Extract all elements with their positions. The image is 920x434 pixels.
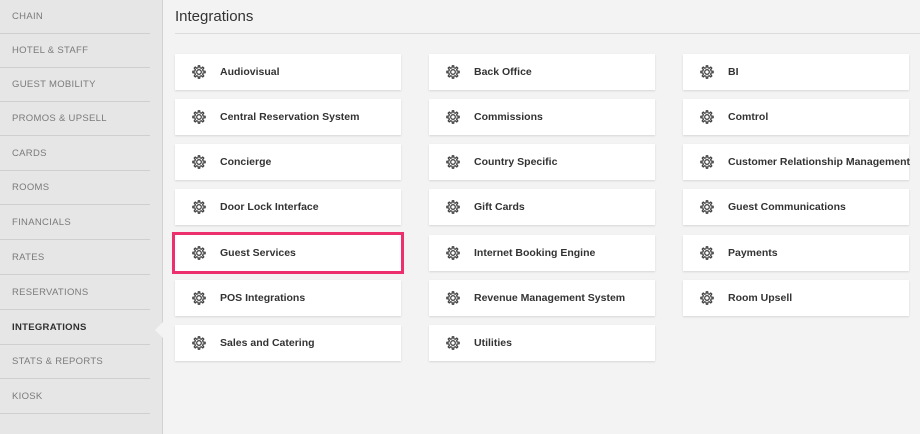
gear-icon <box>192 110 206 124</box>
gear-icon <box>700 200 714 214</box>
sidebar-item-chain[interactable]: CHAIN <box>0 0 150 34</box>
integration-label: Guest Services <box>220 247 296 259</box>
integration-card-guest-communications[interactable]: Guest Communications <box>683 189 909 225</box>
sidebar-item-kiosk[interactable]: KIOSK <box>0 380 150 414</box>
integration-card-customer-relationship-management[interactable]: Customer Relationship Management <box>683 144 911 180</box>
integration-card-gift-cards[interactable]: Gift Cards <box>429 189 655 225</box>
integration-label: Central Reservation System <box>220 111 360 123</box>
integration-label: Concierge <box>220 156 272 168</box>
gear-icon <box>446 246 460 260</box>
sidebar-item-promos-upsell[interactable]: PROMOS & UPSELL <box>0 102 150 136</box>
integration-card-revenue-management-system[interactable]: Revenue Management System <box>429 280 655 316</box>
gear-icon <box>700 110 714 124</box>
gear-icon <box>446 336 460 350</box>
gear-icon <box>446 65 460 79</box>
integration-label: Room Upsell <box>728 292 793 304</box>
active-indicator <box>155 322 163 338</box>
sidebar-item-stats-reports[interactable]: STATS & REPORTS <box>0 345 150 379</box>
integration-label: POS Integrations <box>220 292 306 304</box>
gear-icon <box>446 200 460 214</box>
gear-icon <box>192 336 206 350</box>
integration-label: Internet Booking Engine <box>474 247 596 259</box>
integration-label: Audiovisual <box>220 66 280 78</box>
page-title: Integrations <box>175 8 254 25</box>
integration-label: Commissions <box>474 111 543 123</box>
sidebar-item-integrations[interactable]: INTEGRATIONS <box>0 311 150 345</box>
sidebar-item-reservations[interactable]: RESERVATIONS <box>0 276 150 310</box>
integration-card-payments[interactable]: Payments <box>683 235 909 271</box>
sidebar-item-hotel-staff[interactable]: HOTEL & STAFF <box>0 34 150 68</box>
gear-icon <box>446 291 460 305</box>
gear-icon <box>700 65 714 79</box>
integration-card-audiovisual[interactable]: Audiovisual <box>175 54 401 90</box>
title-divider <box>175 33 920 34</box>
integration-label: Gift Cards <box>474 201 525 213</box>
gear-icon <box>192 65 206 79</box>
integration-card-central-reservation-system[interactable]: Central Reservation System <box>175 99 401 135</box>
integration-label: Door Lock Interface <box>220 201 319 213</box>
integration-label: Back Office <box>474 66 532 78</box>
gear-icon <box>700 246 714 260</box>
integration-label: Payments <box>728 247 778 259</box>
integration-label: Country Specific <box>474 156 558 168</box>
gear-icon <box>192 155 206 169</box>
integration-label: Comtrol <box>728 111 769 123</box>
integration-label: Revenue Management System <box>474 292 626 304</box>
integration-label: BI <box>728 66 739 78</box>
integration-card-country-specific[interactable]: Country Specific <box>429 144 655 180</box>
gear-icon <box>192 246 206 260</box>
integration-card-guest-services[interactable]: Guest Services <box>172 232 404 274</box>
integration-label: Utilities <box>474 337 512 349</box>
gear-icon <box>446 110 460 124</box>
integration-label: Customer Relationship Management <box>728 156 911 168</box>
gear-icon <box>446 155 460 169</box>
sidebar: CHAIN HOTEL & STAFF GUEST MOBILITY PROMO… <box>0 0 163 434</box>
sidebar-item-financials[interactable]: FINANCIALS <box>0 206 150 240</box>
integration-card-internet-booking-engine[interactable]: Internet Booking Engine <box>429 235 655 271</box>
integration-label: Sales and Catering <box>220 337 315 349</box>
integration-card-commissions[interactable]: Commissions <box>429 99 655 135</box>
sidebar-item-guest-mobility[interactable]: GUEST MOBILITY <box>0 68 150 102</box>
integration-card-door-lock-interface[interactable]: Door Lock Interface <box>175 189 401 225</box>
integration-card-comtrol[interactable]: Comtrol <box>683 99 909 135</box>
integration-card-back-office[interactable]: Back Office <box>429 54 655 90</box>
integration-card-sales-and-catering[interactable]: Sales and Catering <box>175 325 401 361</box>
gear-icon <box>192 291 206 305</box>
gear-icon <box>700 155 714 169</box>
integration-card-pos-integrations[interactable]: POS Integrations <box>175 280 401 316</box>
integration-label: Guest Communications <box>728 201 846 213</box>
gear-icon <box>700 291 714 305</box>
integration-card-room-upsell[interactable]: Room Upsell <box>683 280 909 316</box>
integration-card-concierge[interactable]: Concierge <box>175 144 401 180</box>
sidebar-item-rooms[interactable]: ROOMS <box>0 171 150 205</box>
gear-icon <box>192 200 206 214</box>
integration-card-utilities[interactable]: Utilities <box>429 325 655 361</box>
integration-card-bi[interactable]: BI <box>683 54 909 90</box>
sidebar-item-rates[interactable]: RATES <box>0 241 150 275</box>
sidebar-item-cards[interactable]: CARDS <box>0 137 150 171</box>
